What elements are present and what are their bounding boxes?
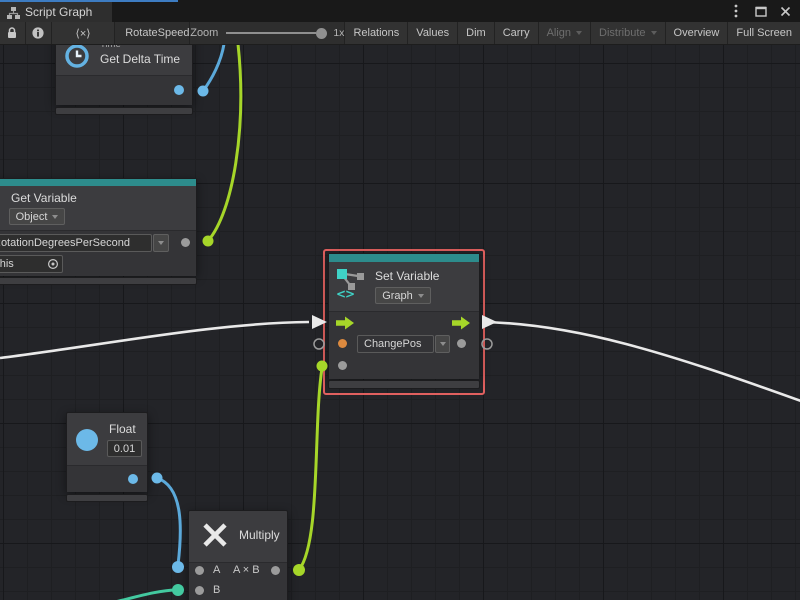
node-title: Get Delta Time (100, 52, 180, 66)
zoom-control: Zoom 1x (190, 22, 345, 44)
button-label: Values (416, 27, 449, 39)
kebab-menu-icon (734, 4, 738, 18)
chevron-down-icon (52, 215, 58, 219)
node-set-variable[interactable]: <> Set Variable Graph ChangePos (328, 253, 480, 378)
collapse-glyph: ⟨×⟩ (76, 27, 91, 40)
node-footer (328, 380, 480, 389)
lock-icon (5, 26, 19, 40)
toolbar-button-dim[interactable]: Dim (458, 22, 495, 44)
close-icon (780, 6, 791, 17)
graph-toolbar: ⟨×⟩ RotateSpeed Zoom 1x Relations Values… (0, 22, 800, 45)
button-label: Full Screen (736, 27, 792, 39)
output-port-value[interactable] (457, 339, 466, 348)
button-label: Carry (503, 27, 530, 39)
window-menu-button[interactable] (724, 0, 748, 22)
chevron-down-icon (418, 294, 424, 298)
graph-variable-icon: <> (336, 267, 368, 299)
port-label-b: B (213, 584, 220, 596)
chevron-down-icon (651, 31, 657, 35)
variable-header-stripe (0, 179, 196, 186)
flow-input-port[interactable] (336, 316, 354, 330)
output-port-delta-time[interactable] (174, 85, 184, 95)
toolbar-button-full-screen[interactable]: Full Screen (728, 22, 800, 44)
node-footer (55, 107, 193, 115)
chevron-down-icon (158, 241, 164, 245)
variable-name-value: ChangePos (364, 338, 422, 350)
toolbar-button-overview[interactable]: Overview (666, 22, 729, 44)
zoom-slider-handle[interactable] (316, 28, 327, 39)
focus-indicator (0, 0, 178, 2)
chevron-down-icon (576, 31, 582, 35)
maximize-icon (755, 6, 767, 17)
tab-script-graph[interactable]: Script Graph (0, 2, 112, 22)
toolbar-button-carry[interactable]: Carry (495, 22, 539, 44)
scope-label: Graph (382, 290, 413, 302)
toolbar-button-relations[interactable]: Relations (345, 22, 408, 44)
node-title: Multiply (239, 528, 280, 542)
chevron-down-icon (440, 342, 446, 346)
graph-icon (7, 6, 20, 19)
variable-name-dropdown-button[interactable] (435, 335, 450, 353)
scope-label: Object (16, 211, 48, 223)
node-get-variable[interactable]: Get Variable Object RotationDegreesPerSe… (0, 178, 197, 275)
target-value: This (0, 258, 14, 270)
variable-name-port[interactable] (338, 339, 347, 348)
float-value-input[interactable]: 0.01 (107, 440, 142, 457)
node-multiply[interactable]: Multiply A A × B B (188, 510, 288, 600)
multiply-icon (201, 521, 229, 549)
tab-title: Script Graph (25, 5, 92, 19)
breadcrumb-label: RotateSpeed (125, 27, 189, 39)
variable-scope-dropdown[interactable]: Object (9, 208, 65, 225)
collapse-button[interactable]: ⟨×⟩ (52, 22, 115, 44)
node-title: Float (109, 422, 136, 436)
zoom-label: Zoom (190, 27, 218, 39)
zoom-value: 1x (333, 27, 344, 39)
input-port-a[interactable] (195, 566, 204, 575)
flow-output-port[interactable] (452, 316, 470, 330)
object-picker-icon[interactable] (47, 258, 59, 270)
node-footer (0, 277, 197, 285)
variable-name-dropdown-button[interactable] (153, 234, 169, 252)
node-float[interactable]: Float 0.01 (66, 412, 148, 492)
node-title: Get Variable (11, 191, 77, 205)
float-value: 0.01 (114, 443, 135, 455)
input-port-b[interactable] (195, 586, 204, 595)
variable-name-field[interactable]: ChangePos (357, 335, 434, 353)
lock-button[interactable] (0, 22, 26, 44)
zoom-slider[interactable] (226, 32, 316, 34)
button-label: Overview (674, 27, 720, 39)
clock-icon (64, 43, 90, 69)
input-port-new-value[interactable] (338, 361, 347, 370)
button-label: Relations (353, 27, 399, 39)
info-button[interactable] (26, 22, 52, 44)
output-port-variable-value[interactable] (181, 238, 190, 247)
output-port-float[interactable] (128, 474, 138, 484)
svg-text:<>: <> (336, 287, 354, 299)
breadcrumb[interactable]: RotateSpeed (115, 22, 190, 44)
float-type-icon (76, 429, 98, 451)
maximize-button[interactable] (749, 0, 773, 22)
port-label-result: A × B (233, 564, 260, 576)
info-icon (31, 26, 45, 40)
variable-name-value: RotationDegreesPerSecond (0, 237, 130, 249)
toolbar-button-align[interactable]: Align (539, 22, 591, 44)
toolbar-button-values[interactable]: Values (408, 22, 458, 44)
node-footer (66, 494, 148, 502)
target-object-field[interactable]: This (0, 255, 63, 273)
node-title: Set Variable (375, 269, 439, 283)
port-label-a: A (213, 564, 220, 576)
button-label: Align (547, 27, 571, 39)
variable-scope-dropdown[interactable]: Graph (375, 287, 431, 304)
output-port-result[interactable] (271, 566, 280, 575)
toolbar-button-distribute[interactable]: Distribute (591, 22, 665, 44)
button-label: Distribute (599, 27, 645, 39)
variable-name-field[interactable]: RotationDegreesPerSecond (0, 234, 152, 252)
close-button[interactable] (773, 0, 797, 22)
tab-bar: Script Graph (0, 0, 800, 22)
script-graph-window: Time Get Delta Time Get Variable Object … (0, 0, 800, 600)
button-label: Dim (466, 27, 486, 39)
variable-header-stripe (329, 254, 479, 262)
